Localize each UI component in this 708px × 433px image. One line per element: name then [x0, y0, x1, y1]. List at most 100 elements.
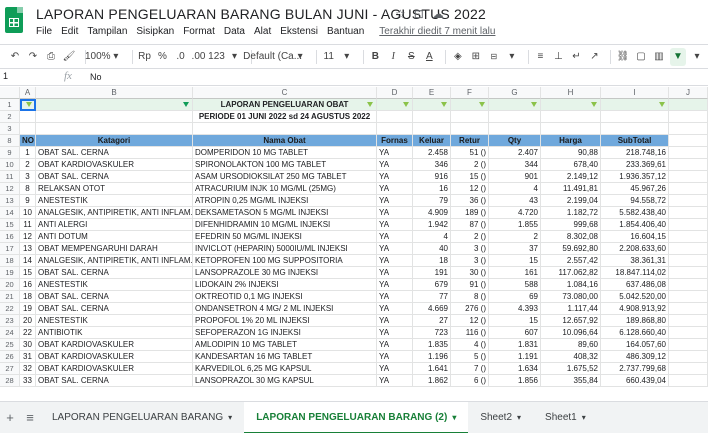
cell[interactable]: YA: [377, 267, 413, 279]
cell[interactable]: 15 (): [451, 171, 489, 183]
cell[interactable]: 19: [20, 303, 36, 315]
cell[interactable]: OBAT SAL. CERNA: [36, 147, 193, 159]
cell[interactable]: ANTIBIOTIK: [36, 327, 193, 339]
cell[interactable]: 1.182,72: [541, 207, 601, 219]
cell[interactable]: 2.557,42: [541, 255, 601, 267]
italic-button[interactable]: I: [386, 48, 400, 66]
bold-button[interactable]: B: [368, 48, 382, 66]
cell[interactable]: YA: [377, 291, 413, 303]
cell[interactable]: 36 (): [451, 195, 489, 207]
cell[interactable]: LANSOPRAZOLE 30 MG INJEKSI: [193, 267, 377, 279]
cell[interactable]: YA: [377, 159, 413, 171]
cell[interactable]: YA: [377, 243, 413, 255]
filter-icon[interactable]: [659, 102, 665, 107]
cell[interactable]: [451, 123, 489, 135]
cell[interactable]: 4.720: [489, 207, 541, 219]
cell[interactable]: 4.669: [413, 303, 451, 315]
cell[interactable]: YA: [377, 339, 413, 351]
cell[interactable]: 87 (): [451, 219, 489, 231]
menu-data[interactable]: Data: [224, 26, 245, 37]
cell[interactable]: 37: [489, 243, 541, 255]
cell[interactable]: 30 (): [451, 267, 489, 279]
chevron-down-icon[interactable]: ▾: [109, 48, 123, 66]
cell[interactable]: ATROPIN 0,25 MG/ML INJEKSI: [193, 195, 377, 207]
cell[interactable]: AMLODIPIN 10 MG TABLET: [193, 339, 377, 351]
cell[interactable]: 2.458: [413, 147, 451, 159]
chevron-down-icon[interactable]: ▾: [690, 48, 704, 66]
row-number[interactable]: 17: [0, 243, 20, 255]
filter-icon[interactable]: [591, 102, 597, 107]
chevron-down-icon[interactable]: ▾: [228, 413, 232, 422]
cell[interactable]: OBAT SAL. CERNA: [36, 303, 193, 315]
cell[interactable]: 16: [413, 183, 451, 195]
cell[interactable]: [377, 123, 413, 135]
cell[interactable]: YA: [377, 303, 413, 315]
cell[interactable]: 2: [20, 159, 36, 171]
cell[interactable]: [669, 279, 708, 291]
cell[interactable]: Fornas: [377, 135, 413, 147]
cell[interactable]: [413, 123, 451, 135]
cell[interactable]: DEKSAMETASON 5 MG/ML INJEKSI: [193, 207, 377, 219]
cell[interactable]: 5.042.520,00: [601, 291, 669, 303]
cell[interactable]: YA: [377, 255, 413, 267]
row-number[interactable]: 16: [0, 231, 20, 243]
row-number[interactable]: 14: [0, 207, 20, 219]
cell[interactable]: 59.692,80: [541, 243, 601, 255]
cell[interactable]: 91 (): [451, 279, 489, 291]
column-header-e[interactable]: E: [413, 87, 451, 99]
cell[interactable]: [451, 111, 489, 123]
cell[interactable]: 16: [20, 279, 36, 291]
last-edit-link[interactable]: Terakhir diedit 7 menit lalu: [379, 26, 495, 37]
sheets-logo-icon[interactable]: [5, 7, 23, 33]
cell[interactable]: 1.117,44: [541, 303, 601, 315]
cell[interactable]: OBAT KARDIOVASKULER: [36, 351, 193, 363]
cell[interactable]: Keluar: [413, 135, 451, 147]
cell[interactable]: 191: [413, 267, 451, 279]
cell[interactable]: 1.641: [413, 363, 451, 375]
cell[interactable]: 588: [489, 279, 541, 291]
cell[interactable]: 13: [20, 243, 36, 255]
row-number[interactable]: 11: [0, 171, 20, 183]
cell[interactable]: [36, 99, 193, 111]
cell[interactable]: 2 (): [451, 231, 489, 243]
select-all-corner[interactable]: [0, 87, 20, 99]
chevron-down-icon[interactable]: ▾: [582, 413, 586, 422]
all-sheets-icon[interactable]: ≡: [20, 410, 40, 425]
row-number[interactable]: 21: [0, 291, 20, 303]
row-number[interactable]: 1: [0, 99, 20, 111]
cell[interactable]: 660.439,04: [601, 375, 669, 387]
cell[interactable]: OBAT KARDIOVASKULER: [36, 363, 193, 375]
menu-ekstensi[interactable]: Ekstensi: [280, 26, 318, 37]
cell[interactable]: 89,60: [541, 339, 601, 351]
column-header-g[interactable]: G: [489, 87, 541, 99]
cell[interactable]: 94.558,72: [601, 195, 669, 207]
cell[interactable]: 4.909: [413, 207, 451, 219]
cell[interactable]: 2.737.799,68: [601, 363, 669, 375]
cell[interactable]: LIDOKAIN 2% INJEKSI: [193, 279, 377, 291]
cell[interactable]: Qty: [489, 135, 541, 147]
row-number[interactable]: 27: [0, 363, 20, 375]
chevron-down-icon[interactable]: ▾: [505, 48, 519, 66]
cell[interactable]: 218.748,16: [601, 147, 669, 159]
cell[interactable]: YA: [377, 351, 413, 363]
cell[interactable]: PROPOFOL 1% 20 ML INJEKSI: [193, 315, 377, 327]
column-header-b[interactable]: B: [36, 87, 193, 99]
cell[interactable]: [669, 147, 708, 159]
row-number[interactable]: 26: [0, 351, 20, 363]
cell[interactable]: YA: [377, 207, 413, 219]
cell[interactable]: YA: [377, 195, 413, 207]
row-number[interactable]: 19: [0, 267, 20, 279]
cell[interactable]: ANESTESTIK: [36, 195, 193, 207]
increase-decimal-button[interactable]: .00: [192, 48, 206, 66]
cell[interactable]: 43: [489, 195, 541, 207]
row-number[interactable]: 18: [0, 255, 20, 267]
text-color-button[interactable]: A: [422, 48, 436, 66]
font-select[interactable]: Default (Ca...: [243, 48, 302, 66]
cell[interactable]: 3: [20, 171, 36, 183]
cell[interactable]: ATRACURIUM INJK 10 MG/ML (25MG): [193, 183, 377, 195]
menu-sisipkan[interactable]: Sisipkan: [136, 26, 174, 37]
cell[interactable]: 2.199,04: [541, 195, 601, 207]
cell[interactable]: 11.491,81: [541, 183, 601, 195]
text-wrap-icon[interactable]: ↵: [569, 48, 583, 66]
cell[interactable]: YA: [377, 171, 413, 183]
